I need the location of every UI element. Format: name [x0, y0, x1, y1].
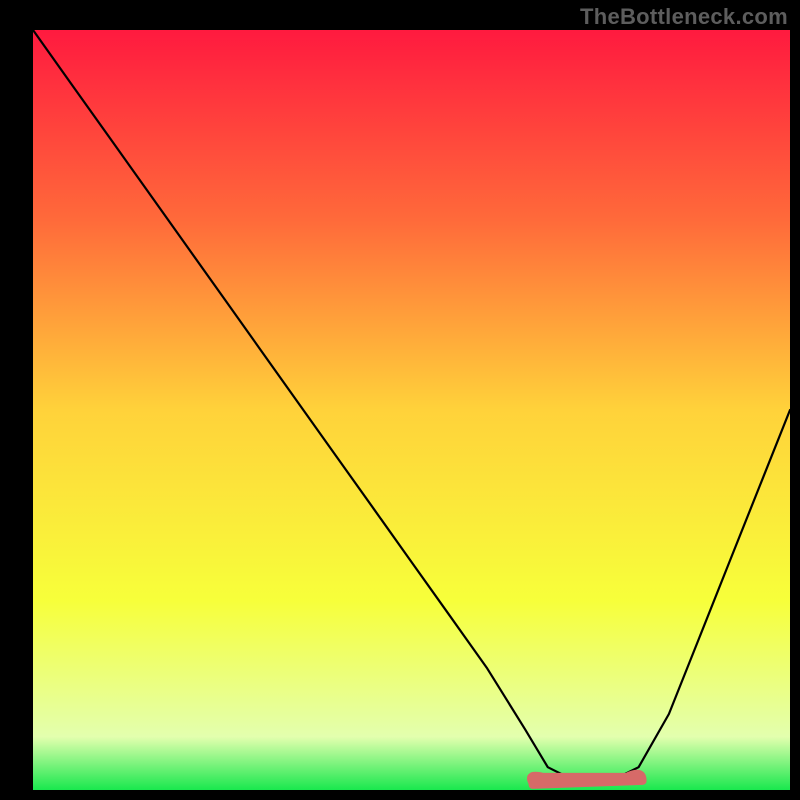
chart-frame: TheBottleneck.com: [0, 0, 800, 800]
optimal-range-marker: [531, 774, 643, 785]
watermark-text: TheBottleneck.com: [580, 4, 788, 30]
bottleneck-chart: [0, 0, 800, 800]
plot-background: [33, 30, 790, 790]
